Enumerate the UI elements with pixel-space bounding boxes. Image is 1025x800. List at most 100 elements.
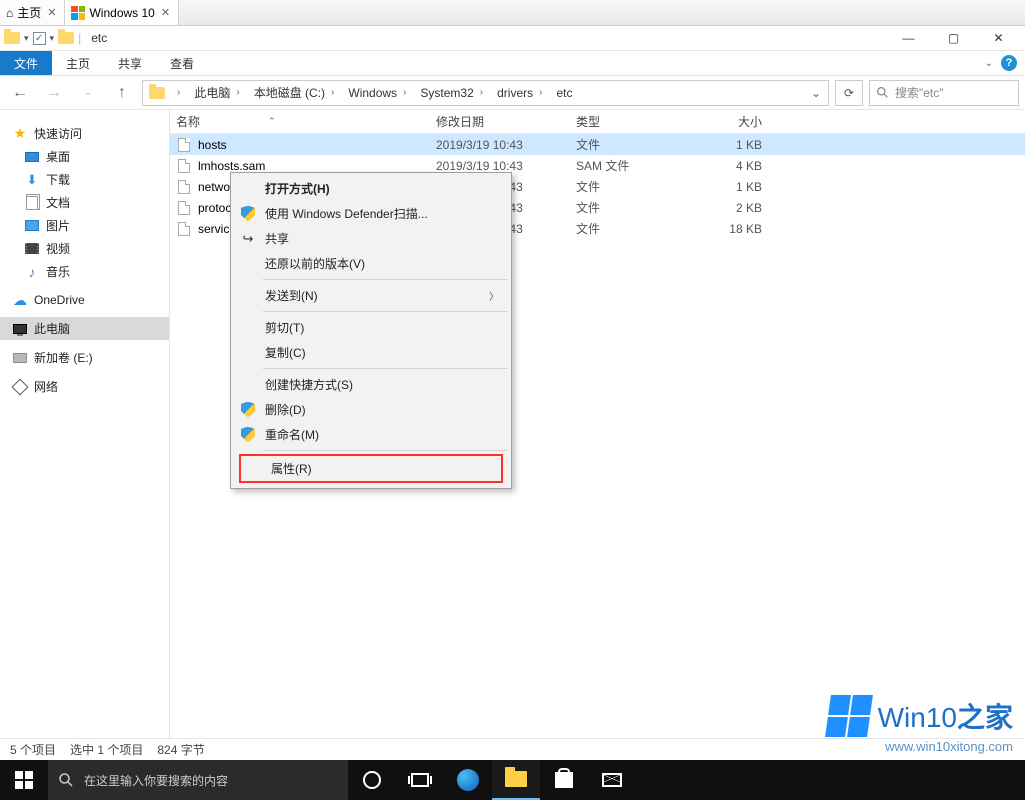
file-row[interactable]: hosts2019/3/19 10:43文件1 KB — [170, 134, 1025, 155]
ctx-defender-scan[interactable]: 使用 Windows Defender扫描... — [233, 201, 509, 226]
desktop-icon — [24, 149, 40, 165]
sidebar-item-videos[interactable]: 视频 — [0, 237, 169, 260]
ctx-share[interactable]: ↪共享 — [233, 226, 509, 251]
ribbon-tab-view[interactable]: 查看 — [156, 51, 208, 75]
search-input[interactable]: 搜索"etc" — [869, 80, 1019, 106]
qat-checkbox-icon[interactable]: ✓ — [33, 32, 46, 45]
breadcrumb[interactable]: 本地磁盘 (C:)› — [248, 81, 341, 105]
nav-forward-button[interactable]: → — [40, 79, 68, 107]
highlight-annotation: 属性(R) — [239, 454, 503, 483]
folder-icon — [149, 87, 165, 99]
search-icon — [58, 772, 74, 788]
ctx-rename[interactable]: 重命名(M) — [233, 422, 509, 447]
sidebar-item-onedrive[interactable]: ☁OneDrive — [0, 289, 169, 311]
column-type[interactable]: 类型 — [576, 113, 700, 130]
file-type: 文件 — [576, 136, 700, 153]
column-date[interactable]: 修改日期 — [436, 113, 576, 130]
ctx-label: 创建快捷方式(S) — [265, 376, 353, 393]
refresh-button[interactable]: ⟳ — [835, 80, 863, 106]
column-size[interactable]: 大小 — [700, 113, 770, 130]
ctx-send-to[interactable]: 发送到(N)〉 — [233, 283, 509, 308]
taskbar-taskview[interactable] — [396, 760, 444, 800]
sort-asc-icon: ⌃ — [268, 116, 276, 127]
file-icon — [176, 137, 192, 153]
col-date-label: 修改日期 — [436, 115, 484, 129]
status-selected: 选中 1 个项目 — [70, 741, 143, 758]
breadcrumb[interactable]: Windows› — [342, 81, 412, 105]
star-icon: ★ — [12, 126, 28, 142]
sidebar-item-drive-e[interactable]: 新加卷 (E:) — [0, 346, 169, 369]
sidebar-item-downloads[interactable]: ⬇下载 — [0, 168, 169, 191]
close-icon[interactable]: ✕ — [159, 6, 172, 19]
minimize-button[interactable]: ― — [886, 26, 931, 51]
taskbar-search[interactable]: 在这里输入你要搜索的内容 — [48, 760, 348, 800]
address-row: ← → ⌄ ↑ › 此电脑› 本地磁盘 (C:)› Windows› Syste… — [0, 76, 1025, 110]
sidebar-label: 此电脑 — [34, 320, 70, 337]
sidebar-item-quick-access[interactable]: ★ 快速访问 — [0, 122, 169, 145]
ribbon-tab-share[interactable]: 共享 — [104, 51, 156, 75]
file-size: 1 KB — [700, 180, 770, 194]
ctx-delete[interactable]: 删除(D) — [233, 397, 509, 422]
breadcrumb[interactable]: drivers› — [491, 81, 548, 105]
folder-icon[interactable] — [58, 32, 74, 44]
shield-icon — [239, 426, 257, 444]
file-date: 2019/3/19 10:43 — [436, 138, 576, 152]
breadcrumb[interactable]: System32› — [414, 81, 489, 105]
taskbar-store[interactable] — [540, 760, 588, 800]
sidebar-item-network[interactable]: 网络 — [0, 375, 169, 398]
folder-icon[interactable] — [4, 32, 20, 44]
ctx-restore-versions[interactable]: 还原以前的版本(V) — [233, 251, 509, 276]
folder-icon — [505, 771, 527, 787]
sidebar-item-desktop[interactable]: 桌面 — [0, 145, 169, 168]
tab-home[interactable]: ⌂ 主页 ✕ — [0, 0, 65, 25]
file-type: 文件 — [576, 178, 700, 195]
start-button[interactable] — [0, 760, 48, 800]
ctx-open-with[interactable]: 打开方式(H) — [233, 176, 509, 201]
breadcrumb[interactable]: › — [171, 81, 186, 105]
ctx-copy[interactable]: 复制(C) — [233, 340, 509, 365]
ctx-create-shortcut[interactable]: 创建快捷方式(S) — [233, 372, 509, 397]
qat-sep: | — [78, 31, 81, 45]
ribbon-expand-icon[interactable]: ⌄ — [985, 58, 993, 69]
column-name[interactable]: 名称⌃ — [176, 113, 436, 130]
shield-icon — [239, 401, 257, 419]
nav-recent-button[interactable]: ⌄ — [74, 79, 102, 107]
crumb-label: 此电脑 — [194, 84, 230, 101]
ctx-cut[interactable]: 剪切(T) — [233, 315, 509, 340]
close-button[interactable]: ✕ — [976, 26, 1021, 51]
home-icon: ⌂ — [6, 6, 13, 20]
nav-back-button[interactable]: ← — [6, 79, 34, 107]
breadcrumb[interactable]: etc — [550, 81, 578, 105]
ctx-properties[interactable]: 属性(R) — [241, 456, 501, 481]
chevron-down-icon[interactable]: ▾ — [24, 33, 29, 44]
chevron-right-icon: 〉 — [489, 288, 499, 303]
sidebar-label: 文档 — [46, 194, 70, 211]
sidebar-item-this-pc[interactable]: 此电脑 — [0, 317, 169, 340]
help-icon[interactable]: ? — [1001, 55, 1017, 71]
taskbar-explorer[interactable] — [492, 760, 540, 800]
breadcrumb[interactable]: 此电脑› — [188, 81, 245, 105]
tab-windows10[interactable]: Windows 10 ✕ — [65, 0, 179, 25]
ctx-separator — [263, 279, 507, 280]
file-icon — [176, 200, 192, 216]
taskbar-mail[interactable] — [588, 760, 636, 800]
ctx-label: 删除(D) — [265, 401, 306, 418]
ribbon-tab-home[interactable]: 主页 — [52, 51, 104, 75]
chevron-down-icon[interactable]: ▾ — [50, 33, 55, 44]
sidebar-label: 快速访问 — [34, 125, 82, 142]
taskbar-edge[interactable] — [444, 760, 492, 800]
close-icon[interactable]: ✕ — [45, 6, 58, 19]
file-type: SAM 文件 — [576, 157, 700, 174]
windows-start-icon — [15, 771, 33, 789]
nav-up-button[interactable]: ↑ — [108, 79, 136, 107]
taskbar-cortana[interactable] — [348, 760, 396, 800]
file-date: 2019/3/19 10:43 — [436, 159, 576, 173]
maximize-button[interactable]: ▢ — [931, 26, 976, 51]
sidebar-item-documents[interactable]: 文档 — [0, 191, 169, 214]
address-dropdown-icon[interactable]: ⌄ — [806, 86, 826, 100]
address-bar[interactable]: › 此电脑› 本地磁盘 (C:)› Windows› System32› dri… — [142, 80, 829, 106]
store-icon — [555, 772, 573, 788]
sidebar-item-pictures[interactable]: 图片 — [0, 214, 169, 237]
ribbon-tab-file[interactable]: 文件 — [0, 51, 52, 75]
sidebar-item-music[interactable]: ♪音乐 — [0, 260, 169, 283]
